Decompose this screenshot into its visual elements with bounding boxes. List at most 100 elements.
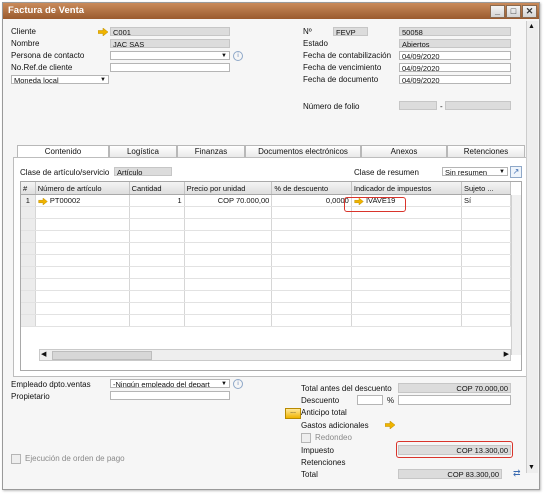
item-number-cell[interactable]: PT00002 <box>35 194 130 207</box>
tab-label: Finanzas <box>194 147 228 156</box>
redondeo-label: Redondeo <box>315 433 352 442</box>
descuento-percent-field[interactable] <box>357 395 383 405</box>
window-vertical-scrollbar[interactable]: ▲ ▼ <box>526 21 538 473</box>
tab-anexos[interactable]: Anexos <box>361 145 447 157</box>
anticipo-label: Anticipo total <box>301 408 347 417</box>
folio-number-field[interactable] <box>445 101 511 110</box>
gastos-label: Gastos adicionales <box>301 421 369 430</box>
ejecucion-checkbox[interactable] <box>11 454 21 464</box>
numero-folio-label: Número de folio <box>303 102 360 111</box>
gastos-link-arrow-icon[interactable] <box>385 421 395 429</box>
items-table: # Número de artículo Cantidad Precio por… <box>20 181 522 371</box>
tab-label: Contenido <box>44 147 82 156</box>
nombre-label: Nombre <box>11 39 40 48</box>
info-icon[interactable]: i <box>233 379 243 389</box>
expand-icon[interactable]: ↗ <box>510 166 522 178</box>
empleado-select[interactable]: -Ningún empleado del depart ▼ <box>110 379 230 388</box>
item-link-arrow-icon[interactable] <box>38 197 48 205</box>
moneda-value: Moneda local <box>14 76 59 84</box>
propietario-label: Propietario <box>11 392 50 401</box>
row-number[interactable]: 1 <box>21 194 36 207</box>
nombre-field[interactable]: JAC SAS <box>110 39 230 48</box>
cliente-label: Cliente <box>11 27 36 36</box>
maximize-button[interactable]: □ <box>506 5 521 18</box>
tab-label: Logística <box>126 147 160 156</box>
table-row[interactable] <box>21 314 512 327</box>
anticipo-field <box>398 407 511 417</box>
folio-separator: - <box>440 102 443 111</box>
impuesto-highlight <box>396 441 513 458</box>
scroll-left-icon[interactable]: ◀ <box>41 350 46 360</box>
total-field: COP 83.300,00 <box>398 469 502 479</box>
tab-logistica[interactable]: Logística <box>109 145 177 157</box>
col-header-discount[interactable]: % de descuento <box>271 182 352 195</box>
minimize-button[interactable]: _ <box>490 5 505 18</box>
table-vertical-scrollbar[interactable] <box>511 195 521 355</box>
scroll-right-icon[interactable]: ▶ <box>504 350 509 360</box>
cliente-link-arrow-icon[interactable] <box>98 28 108 36</box>
table-row[interactable] <box>21 266 512 279</box>
descuento-label: Descuento <box>301 396 340 405</box>
estado-label: Estado <box>303 39 328 48</box>
table-row[interactable] <box>21 302 512 315</box>
ellipsis-label: ... <box>290 408 296 415</box>
cliente-field[interactable]: C001 <box>110 27 230 36</box>
chevron-down-icon: ▼ <box>499 169 505 175</box>
col-header-unit-price[interactable]: Precio por unidad <box>184 182 273 195</box>
col-header-item-number[interactable]: Número de artículo <box>35 182 130 195</box>
clase-resumen-select[interactable]: Sin resumen ▼ <box>442 167 508 176</box>
doc-number-field[interactable]: 50058 <box>399 27 511 36</box>
table-row[interactable] <box>21 230 512 243</box>
fecha-contabilizacion-label: Fecha de contabilización <box>303 51 392 60</box>
moneda-select[interactable]: Moneda local ▼ <box>11 75 109 84</box>
table-row[interactable] <box>21 278 512 291</box>
total-label: Total <box>301 470 318 479</box>
fecha-contabilizacion-field[interactable]: 04/09/2020 <box>399 51 511 60</box>
quantity-cell[interactable]: 1 <box>129 194 185 207</box>
descuento-amount-field[interactable] <box>398 395 511 405</box>
anticipo-ellipsis-button[interactable]: ... <box>285 408 301 419</box>
no-ref-cliente-field[interactable] <box>110 63 230 72</box>
subject-cell[interactable]: Sí <box>461 194 512 207</box>
clase-articulo-field[interactable]: Artículo <box>114 167 172 176</box>
total-antes-label: Total antes del descuento <box>301 384 392 393</box>
persona-contacto-label: Persona de contacto <box>11 51 85 60</box>
table-row[interactable] <box>21 206 512 219</box>
propietario-field[interactable] <box>110 391 230 400</box>
fecha-documento-field[interactable]: 04/09/2020 <box>399 75 511 84</box>
tab-finanzas[interactable]: Finanzas <box>177 145 245 157</box>
tab-documentos-electronicos[interactable]: Documentos electrónicos <box>245 145 361 157</box>
tab-retenciones[interactable]: Retenciones <box>447 145 525 157</box>
col-header-num[interactable]: # <box>21 182 36 195</box>
fecha-vencimiento-field[interactable]: 04/09/2020 <box>399 63 511 72</box>
no-ref-cliente-label: No.Ref.de cliente <box>11 63 73 72</box>
gastos-field <box>398 420 511 430</box>
persona-contacto-select[interactable]: ▼ <box>110 51 230 60</box>
scroll-thumb[interactable] <box>52 351 152 360</box>
unit-price-cell[interactable]: COP 70.000,00 <box>184 194 273 207</box>
clase-resumen-label: Clase de resumen <box>354 168 419 177</box>
col-header-quantity[interactable]: Cantidad <box>129 182 185 195</box>
table-horizontal-scrollbar[interactable]: ◀ ▶ <box>39 349 511 361</box>
scroll-down-icon[interactable]: ▼ <box>528 464 535 471</box>
clase-articulo-label: Clase de artículo/servicio <box>20 168 110 177</box>
discount-cell[interactable]: 0,0000 <box>271 194 352 207</box>
col-header-tax-indicator[interactable]: Indicador de impuestos <box>351 182 462 195</box>
content-panel: Clase de artículo/servicio Artículo Clas… <box>13 157 527 377</box>
close-button[interactable]: ✕ <box>522 5 537 18</box>
info-icon[interactable]: i <box>233 51 243 61</box>
table-row[interactable] <box>21 242 512 255</box>
percent-sign: % <box>387 396 395 405</box>
col-header-subject[interactable]: Sujeto ... <box>461 182 512 195</box>
scroll-up-icon[interactable]: ▲ <box>528 23 535 30</box>
series-field[interactable]: FEVP <box>333 27 368 36</box>
tax-indicator-highlight <box>344 197 406 212</box>
folio-prefix-field[interactable] <box>399 101 437 110</box>
table-row[interactable] <box>21 290 512 303</box>
redondeo-checkbox[interactable] <box>301 433 311 443</box>
clase-resumen-value: Sin resumen <box>445 168 488 176</box>
table-row[interactable] <box>21 218 512 231</box>
currency-change-icon[interactable]: ⇄ <box>513 468 521 479</box>
table-row[interactable]: 1 PT00002 1 COP 70.000,00 0,0000 IVAVE19… <box>21 194 512 207</box>
table-row[interactable] <box>21 254 512 267</box>
